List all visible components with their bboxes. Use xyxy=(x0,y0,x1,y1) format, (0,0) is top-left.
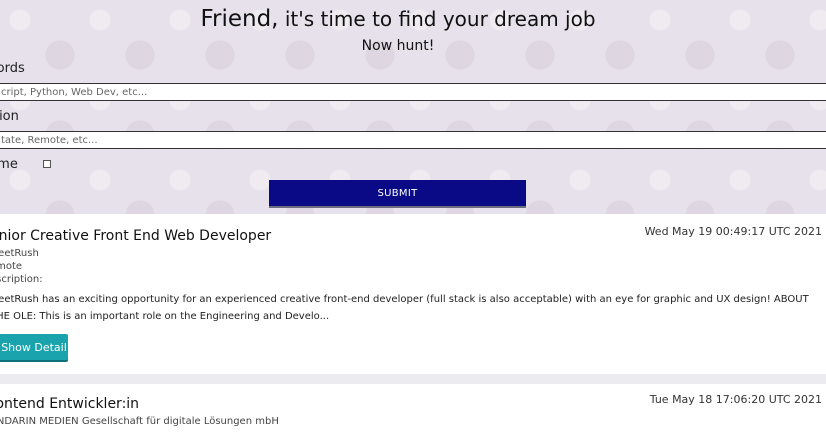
page-title: Friend, it's time to find your dream job xyxy=(0,6,796,32)
job-title[interactable]: enior Creative Front End Web Developer xyxy=(0,228,271,244)
job-description-label: escription: xyxy=(0,274,43,285)
page-title-strong: Friend, xyxy=(200,6,279,32)
job-date: Wed May 19 00:49:17 UTC 2021 xyxy=(644,225,822,238)
job-date: Tue May 18 17:06:20 UTC 2021 xyxy=(649,393,822,406)
submit-button[interactable]: SUBMIT xyxy=(269,180,526,206)
job-company: weetRush xyxy=(0,248,39,259)
show-detail-button[interactable]: Show Detail xyxy=(0,334,68,360)
location-input[interactable] xyxy=(0,131,826,149)
keywords-label: words xyxy=(0,61,25,76)
page-title-rest: it's time to find your dream job xyxy=(278,7,596,31)
job-card: rontend Entwickler:in Tue May 18 17:06:2… xyxy=(0,384,826,434)
location-label: ation xyxy=(0,109,19,124)
card-divider xyxy=(0,374,826,384)
fulltime-label: Time xyxy=(0,157,18,172)
search-hero: Friend, it's time to find your dream job… xyxy=(0,0,826,214)
job-title[interactable]: rontend Entwickler:in xyxy=(0,396,139,412)
job-company: ANDARIN MEDIEN Gesellschaft für digitale… xyxy=(0,416,279,427)
keywords-input[interactable] xyxy=(0,83,826,101)
fulltime-checkbox[interactable] xyxy=(43,160,51,168)
job-card: enior Creative Front End Web Developer W… xyxy=(0,214,826,374)
job-location: emote xyxy=(0,261,23,272)
job-description: weetRush has an exciting opportunity for… xyxy=(0,294,809,322)
page-subtitle: Now hunt! xyxy=(361,38,435,54)
